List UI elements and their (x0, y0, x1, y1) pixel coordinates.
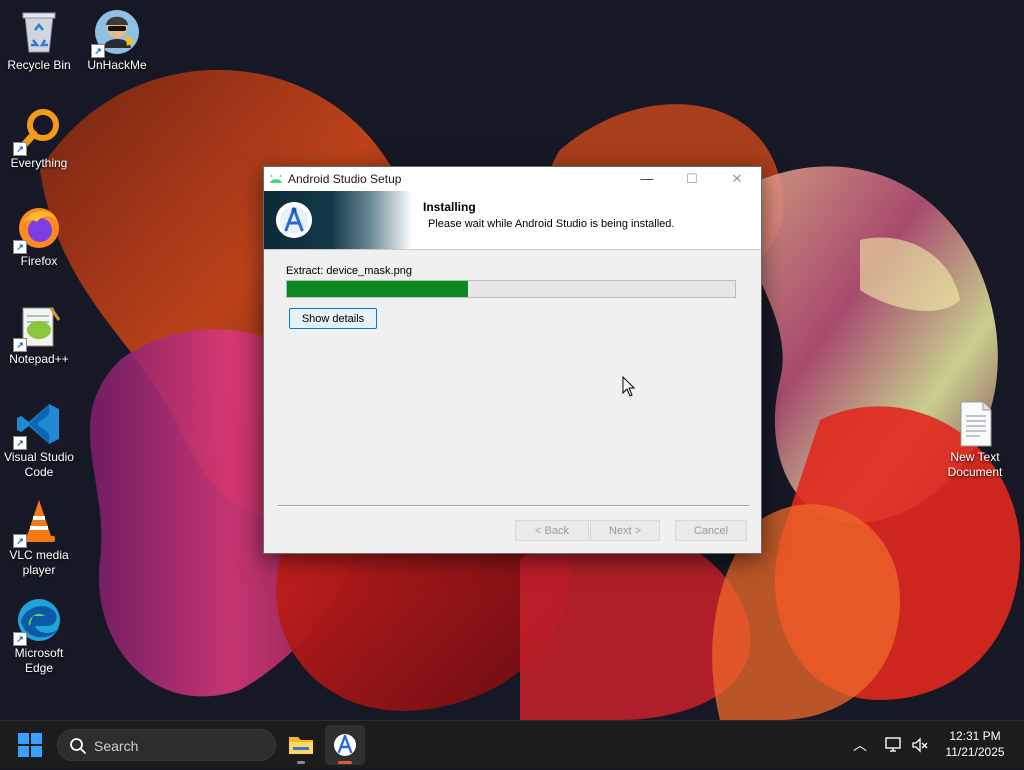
header-title: Installing (423, 200, 476, 214)
header-subtitle: Please wait while Android Studio is bein… (428, 218, 675, 230)
desktop-icon-everything[interactable]: ↗ Everything (1, 106, 77, 171)
install-status-text: Extract: device_mask.png (286, 265, 412, 277)
text-document-icon (951, 400, 999, 448)
window-titlebar[interactable]: Android Studio Setup — ☐ ✕ (264, 167, 761, 191)
maximize-button[interactable]: ☐ (669, 167, 715, 191)
desktop-icon-label: New Text Document (947, 450, 1003, 479)
android-studio-setup-window: Android Studio Setup — ☐ ✕ Installing Pl… (263, 166, 762, 554)
taskbar-file-explorer[interactable] (281, 725, 321, 765)
footer-divider (278, 505, 749, 507)
firefox-icon: ↗ (13, 204, 63, 254)
minimize-button[interactable]: — (624, 167, 670, 191)
notepad-plus-plus-icon: ↗ (13, 302, 63, 352)
search-icon (70, 738, 86, 754)
windows-start-icon[interactable] (18, 733, 42, 757)
search-placeholder: Search (94, 738, 139, 754)
taskbar: Search ︿ 12:31 PM 11/21/2025 (0, 720, 1024, 769)
window-title: Android Studio Setup (288, 172, 402, 186)
close-button[interactable]: ✕ (714, 167, 760, 191)
desktop-icon-label: Microsoft Edge (14, 646, 64, 675)
taskbar-android-studio-setup[interactable] (325, 725, 365, 765)
android-studio-logo-icon (276, 202, 312, 238)
next-button[interactable]: Next > (590, 520, 660, 541)
desktop-icon-vscode[interactable]: ↗ Visual Studio Code (1, 400, 77, 480)
volume-muted-icon[interactable] (911, 736, 929, 754)
install-progress-bar (286, 280, 736, 298)
desktop-icon-label: Visual Studio Code (4, 450, 74, 479)
everything-search-icon: ↗ (13, 106, 63, 156)
clock-time: 12:31 PM (949, 729, 1001, 743)
vlc-cone-icon: ↗ (13, 498, 63, 548)
cancel-button[interactable]: Cancel (675, 520, 747, 541)
taskbar-clock[interactable]: 12:31 PM 11/21/2025 (936, 728, 1014, 760)
visual-studio-code-icon: ↗ (13, 400, 63, 450)
show-details-button[interactable]: Show details (289, 308, 377, 329)
app-running-indicator (297, 761, 305, 764)
desktop-icon-label: Everything (10, 156, 68, 170)
desktop-icon-label: Firefox (20, 254, 58, 268)
progress-bar-fill (287, 281, 469, 297)
recycle-bin-icon (15, 8, 63, 56)
mouse-pointer-icon (622, 376, 636, 397)
header-banner-image (264, 191, 412, 249)
desktop-icon-label: VLC media player (9, 548, 69, 577)
desktop-icon-label: UnHackMe (87, 58, 147, 72)
desktop-icon-edge[interactable]: ↗ Microsoft Edge (1, 596, 77, 676)
desktop-icon-unhackme[interactable]: ↗ UnHackMe (79, 8, 155, 73)
installer-header: Installing Please wait while Android Stu… (264, 191, 761, 250)
clock-date: 11/21/2025 (945, 745, 1005, 759)
app-active-indicator (338, 761, 352, 764)
desktop-icon-label: Recycle Bin (7, 58, 71, 72)
desktop-icon-firefox[interactable]: ↗ Firefox (1, 204, 77, 269)
android-icon (270, 174, 282, 183)
show-hidden-icons-chevron-icon[interactable]: ︿ (853, 735, 867, 755)
desktop-icon-new-text-document[interactable]: New Text Document (937, 400, 1013, 480)
folder-icon (289, 737, 313, 754)
network-icon[interactable] (885, 736, 903, 754)
android-studio-icon (334, 734, 356, 756)
taskbar-search-box[interactable]: Search (57, 729, 276, 761)
desktop-icon-recycle-bin[interactable]: Recycle Bin (1, 8, 77, 73)
back-button[interactable]: < Back (515, 520, 589, 541)
desktop-icon-vlc[interactable]: ↗ VLC media player (1, 498, 77, 578)
desktop-icon-label: Notepad++ (9, 352, 69, 366)
desktop-icon-notepad-plus-plus[interactable]: ↗ Notepad++ (1, 302, 77, 367)
unhackme-icon: ↗ (91, 8, 141, 58)
edge-icon: ↗ (13, 596, 63, 646)
